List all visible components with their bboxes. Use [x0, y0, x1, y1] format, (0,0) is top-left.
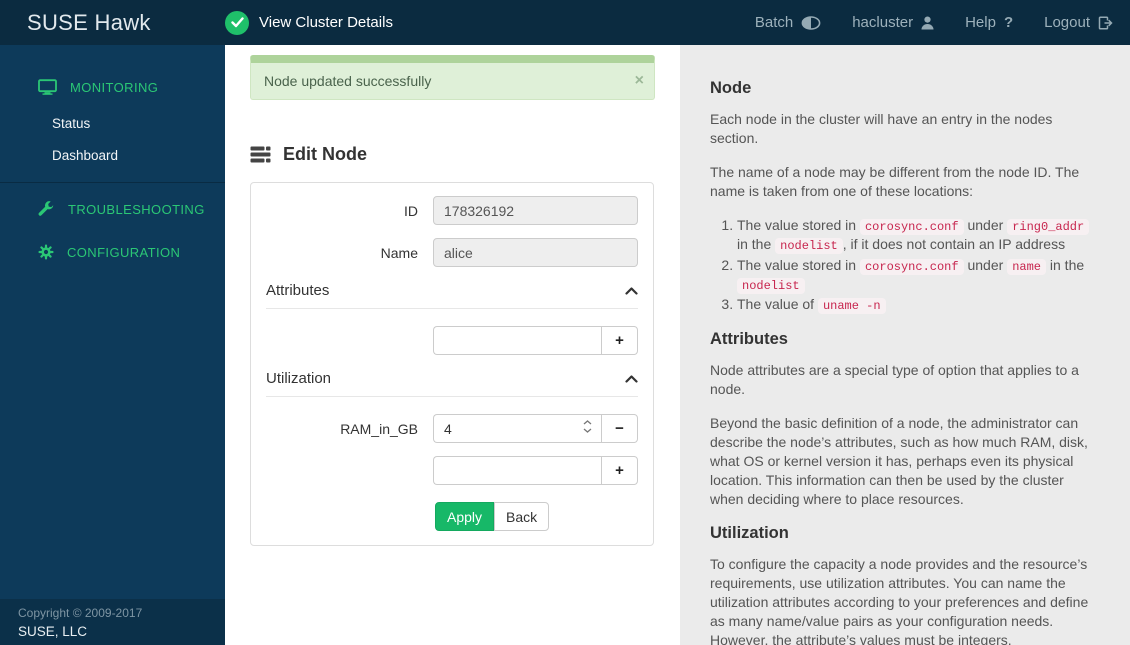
sidebar-divider	[0, 182, 225, 183]
attributes-legend-label: Attributes	[266, 282, 330, 299]
page-layout: MONITORING Status Dashboard TROUBLESHOOT…	[0, 45, 1130, 645]
sidebar-footer: Copyright © 2009-2017 SUSE, LLC	[0, 599, 225, 645]
utilization-section-header[interactable]: Utilization	[266, 368, 638, 397]
inline-code: name	[1007, 258, 1046, 275]
attributes-section-header[interactable]: Attributes	[266, 280, 638, 309]
help-paragraph: Each node in the cluster will have an en…	[710, 111, 1053, 147]
help-paragraph: The name of a node may be different from…	[710, 164, 1080, 200]
help-heading-node: Node	[710, 79, 752, 97]
cluster-status-label: View Cluster Details	[259, 14, 393, 31]
hawk-app: SUSE Hawk View Cluster Details Batch hac…	[0, 0, 1130, 645]
nav-help-label: Help	[965, 14, 996, 31]
form-actions: Apply Back	[435, 502, 638, 531]
page-title: Edit Node	[250, 144, 680, 165]
cluster-status[interactable]: View Cluster Details	[225, 10, 393, 35]
inline-code: uname -n	[817, 298, 886, 315]
help-section-utilization: Utilization To configure the capacity a …	[710, 524, 1100, 645]
alert-close-button[interactable]: ×	[635, 73, 644, 89]
edit-node-panel: ID Name Attributes + Utilization	[250, 182, 654, 546]
company-text: SUSE, LLC	[18, 624, 88, 639]
sidebar-item-monitoring[interactable]: MONITORING	[0, 66, 225, 108]
list-item: The value stored in corosync.conf under …	[737, 256, 1100, 295]
logout-icon	[1098, 15, 1113, 30]
id-input	[433, 196, 638, 225]
wrench-icon	[38, 201, 54, 216]
new-utilization-input[interactable]	[433, 456, 601, 485]
name-input	[433, 238, 638, 267]
top-nav: Batch hacluster Help ? Logout	[755, 14, 1130, 31]
inline-code: corosync.conf	[859, 219, 964, 236]
help-paragraph: Node attributes are a special type of op…	[710, 361, 1079, 397]
add-attribute-button[interactable]: +	[601, 326, 638, 355]
success-alert: Node updated successfully ×	[250, 55, 655, 100]
gear-icon	[38, 244, 54, 260]
page-title-label: Edit Node	[283, 144, 367, 164]
list-item: The value stored in corosync.conf under …	[737, 216, 1100, 255]
sidebar-item-troubleshooting[interactable]: TROUBLESHOOTING	[0, 188, 225, 231]
help-heading-attributes: Attributes	[710, 329, 788, 348]
top-bar: SUSE Hawk View Cluster Details Batch hac…	[0, 0, 1130, 45]
server-stack-icon	[250, 146, 271, 163]
batch-toggle-icon	[801, 15, 821, 30]
add-utilization-button[interactable]: +	[601, 456, 638, 485]
name-label: Name	[380, 244, 418, 261]
spinner-up-icon	[583, 420, 592, 425]
chevron-up-icon	[625, 286, 638, 295]
copyright-text: Copyright © 2009-2017	[18, 606, 143, 620]
help-paragraph: Beyond the basic definition of a node, t…	[710, 414, 1088, 507]
node-name-sources-list: The value stored in corosync.conf under …	[710, 216, 1100, 315]
apply-button[interactable]: Apply	[435, 502, 495, 531]
inline-code: nodelist	[737, 278, 805, 295]
back-button[interactable]: Back	[494, 502, 550, 531]
user-icon	[921, 16, 934, 29]
nav-user-label: hacluster	[852, 14, 914, 31]
id-label: ID	[404, 202, 418, 219]
ram-input[interactable]	[433, 414, 601, 443]
spinner-down-icon	[583, 428, 592, 433]
inline-code: nodelist	[775, 238, 843, 255]
new-utilization-group: +	[433, 456, 638, 485]
nav-help[interactable]: Help ?	[965, 14, 1013, 31]
sidebar-item-dashboard[interactable]: Dashboard	[0, 140, 225, 172]
ram-label: RAM_in_GB	[340, 420, 418, 437]
number-spinner[interactable]	[583, 420, 592, 433]
nav-batch-label: Batch	[754, 14, 794, 31]
monitor-icon	[38, 79, 57, 95]
inline-code: corosync.conf	[859, 258, 964, 275]
check-circle-icon	[225, 10, 249, 35]
sidebar-item-status[interactable]: Status	[0, 108, 225, 140]
new-attribute-input[interactable]	[433, 326, 601, 355]
list-item: The value of uname -n	[737, 295, 1100, 315]
ram-input-group: −	[433, 414, 638, 443]
help-heading-utilization: Utilization	[710, 523, 789, 542]
sidebar-item-label: CONFIGURATION	[67, 244, 181, 260]
inline-code: ring0_addr	[1007, 219, 1090, 236]
utilization-legend-label: Utilization	[266, 370, 332, 387]
nav-batch[interactable]: Batch	[755, 14, 821, 31]
help-section-attributes: Attributes Node attributes are a special…	[710, 330, 1100, 509]
main-content: Node updated successfully × Edit Node ID…	[225, 45, 680, 645]
sidebar-item-label: MONITORING	[70, 79, 159, 95]
nav-logout[interactable]: Logout	[1044, 14, 1113, 31]
sidebar-item-configuration[interactable]: CONFIGURATION	[0, 231, 225, 273]
question-icon: ?	[1003, 14, 1014, 31]
help-panel: Node Each node in the cluster will have …	[680, 45, 1130, 645]
help-section-node: Node Each node in the cluster will have …	[710, 79, 1100, 315]
sidebar-item-label: TROUBLESHOOTING	[68, 202, 205, 217]
nav-logout-label: Logout	[1044, 14, 1090, 31]
nav-user[interactable]: hacluster	[852, 14, 934, 31]
alert-message: Node updated successfully	[264, 73, 432, 89]
sidebar: MONITORING Status Dashboard TROUBLESHOOT…	[0, 45, 225, 645]
remove-ram-button[interactable]: −	[601, 414, 638, 443]
help-paragraph: To configure the capacity a node provide…	[710, 555, 1089, 645]
chevron-up-icon	[625, 374, 638, 383]
brand-logo[interactable]: SUSE Hawk	[0, 10, 225, 36]
new-attribute-group: +	[433, 326, 638, 355]
